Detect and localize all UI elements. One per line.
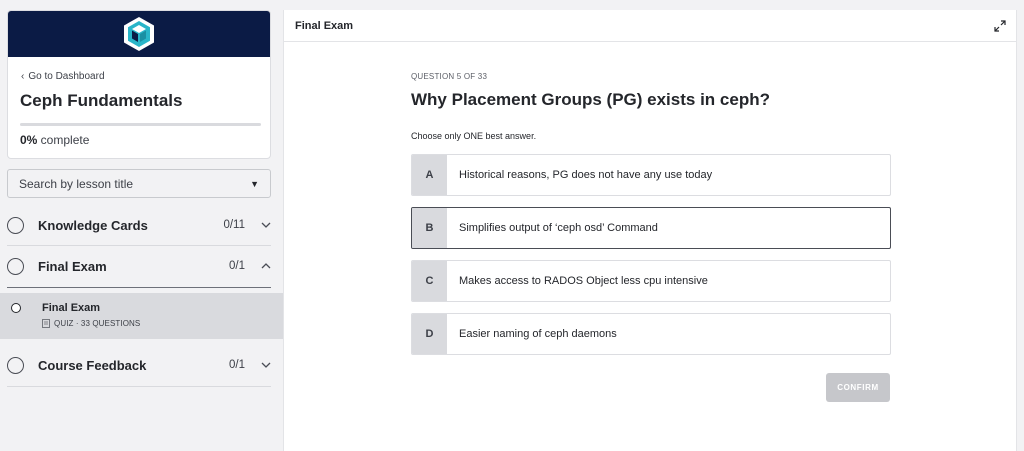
progress-suffix: complete — [37, 133, 90, 147]
section-count: 0/1 — [229, 260, 245, 272]
lesson-meta-text: QUIZ · 33 QUESTIONS — [54, 319, 141, 328]
answer-instruction: Choose only ONE best answer. — [411, 131, 537, 141]
option-text: Makes access to RADOS Object less cpu in… — [459, 275, 708, 287]
chevron-left-icon: ‹ — [21, 71, 25, 82]
section-status-circle — [7, 216, 24, 234]
answer-option-d[interactable]: D Easier naming of ceph daemons — [411, 313, 891, 355]
lesson-search-select[interactable]: Search by lesson title ▼ — [7, 169, 271, 198]
lesson-status-circle — [11, 303, 21, 313]
question-counter: QUESTION 5 OF 33 — [411, 72, 488, 81]
section-course-feedback[interactable]: Course Feedback 0/1 — [7, 345, 271, 385]
quiz-doc-icon — [42, 319, 50, 328]
quiz-panel: Final Exam QUESTION 5 OF 33 Why Placemen… — [283, 10, 1017, 451]
lesson-item-final-exam[interactable]: Final Exam QUIZ · 33 QUESTIONS — [0, 293, 283, 339]
go-to-dashboard-link[interactable]: ‹ Go to Dashboard — [21, 71, 105, 82]
option-text: Easier naming of ceph daemons — [459, 328, 617, 340]
answer-option-b[interactable]: B Simplifies output of ‘ceph osd’ Comman… — [411, 207, 891, 249]
section-final-exam[interactable]: Final Exam 0/1 — [7, 246, 271, 286]
option-text: Historical reasons, PG does not have any… — [459, 169, 713, 181]
progress-percent: 0% — [20, 133, 38, 147]
question-text: Why Placement Groups (PG) exists in ceph… — [411, 90, 770, 109]
answer-option-a[interactable]: A Historical reasons, PG does not have a… — [411, 154, 891, 196]
answer-option-c[interactable]: C Makes access to RADOS Object less cpu … — [411, 260, 891, 302]
section-title: Knowledge Cards — [38, 217, 148, 233]
section-divider — [7, 386, 271, 387]
course-title: Ceph Fundamentals — [20, 91, 183, 110]
section-title: Final Exam — [38, 258, 107, 274]
section-divider — [7, 287, 271, 288]
section-status-circle — [7, 257, 24, 275]
course-card: ‹ Go to Dashboard Ceph Fundamentals 0% c… — [7, 10, 271, 159]
confirm-button[interactable]: CONFIRM — [826, 373, 890, 402]
chevron-down-icon — [261, 362, 271, 368]
expand-arrows-icon[interactable] — [994, 19, 1006, 32]
course-progress-bar — [20, 123, 261, 126]
quiz-header: Final Exam — [284, 10, 1016, 42]
option-letter: B — [412, 208, 447, 248]
lesson-title: Final Exam — [42, 302, 101, 314]
quiz-header-title: Final Exam — [295, 19, 354, 32]
lesson-meta: QUIZ · 33 QUESTIONS — [42, 319, 140, 328]
chevron-up-icon — [261, 263, 271, 269]
back-link-label: Go to Dashboard — [28, 71, 105, 82]
cube-logo-icon — [124, 17, 154, 51]
lesson-search-placeholder: Search by lesson title — [19, 176, 134, 191]
course-sidebar: ‹ Go to Dashboard Ceph Fundamentals 0% c… — [0, 0, 283, 451]
course-banner — [8, 11, 270, 57]
option-letter: A — [412, 155, 447, 195]
option-letter: D — [412, 314, 447, 354]
section-count: 0/1 — [229, 359, 245, 371]
option-letter: C — [412, 261, 447, 301]
section-count: 0/11 — [223, 219, 245, 231]
section-status-circle — [7, 356, 24, 374]
progress-text: 0% complete — [20, 133, 89, 147]
section-title: Course Feedback — [38, 357, 147, 373]
caret-down-icon: ▼ — [250, 178, 259, 189]
option-text: Simplifies output of ‘ceph osd’ Command — [459, 222, 658, 234]
section-knowledge-cards[interactable]: Knowledge Cards 0/11 — [7, 205, 271, 245]
chevron-down-icon — [261, 222, 271, 228]
